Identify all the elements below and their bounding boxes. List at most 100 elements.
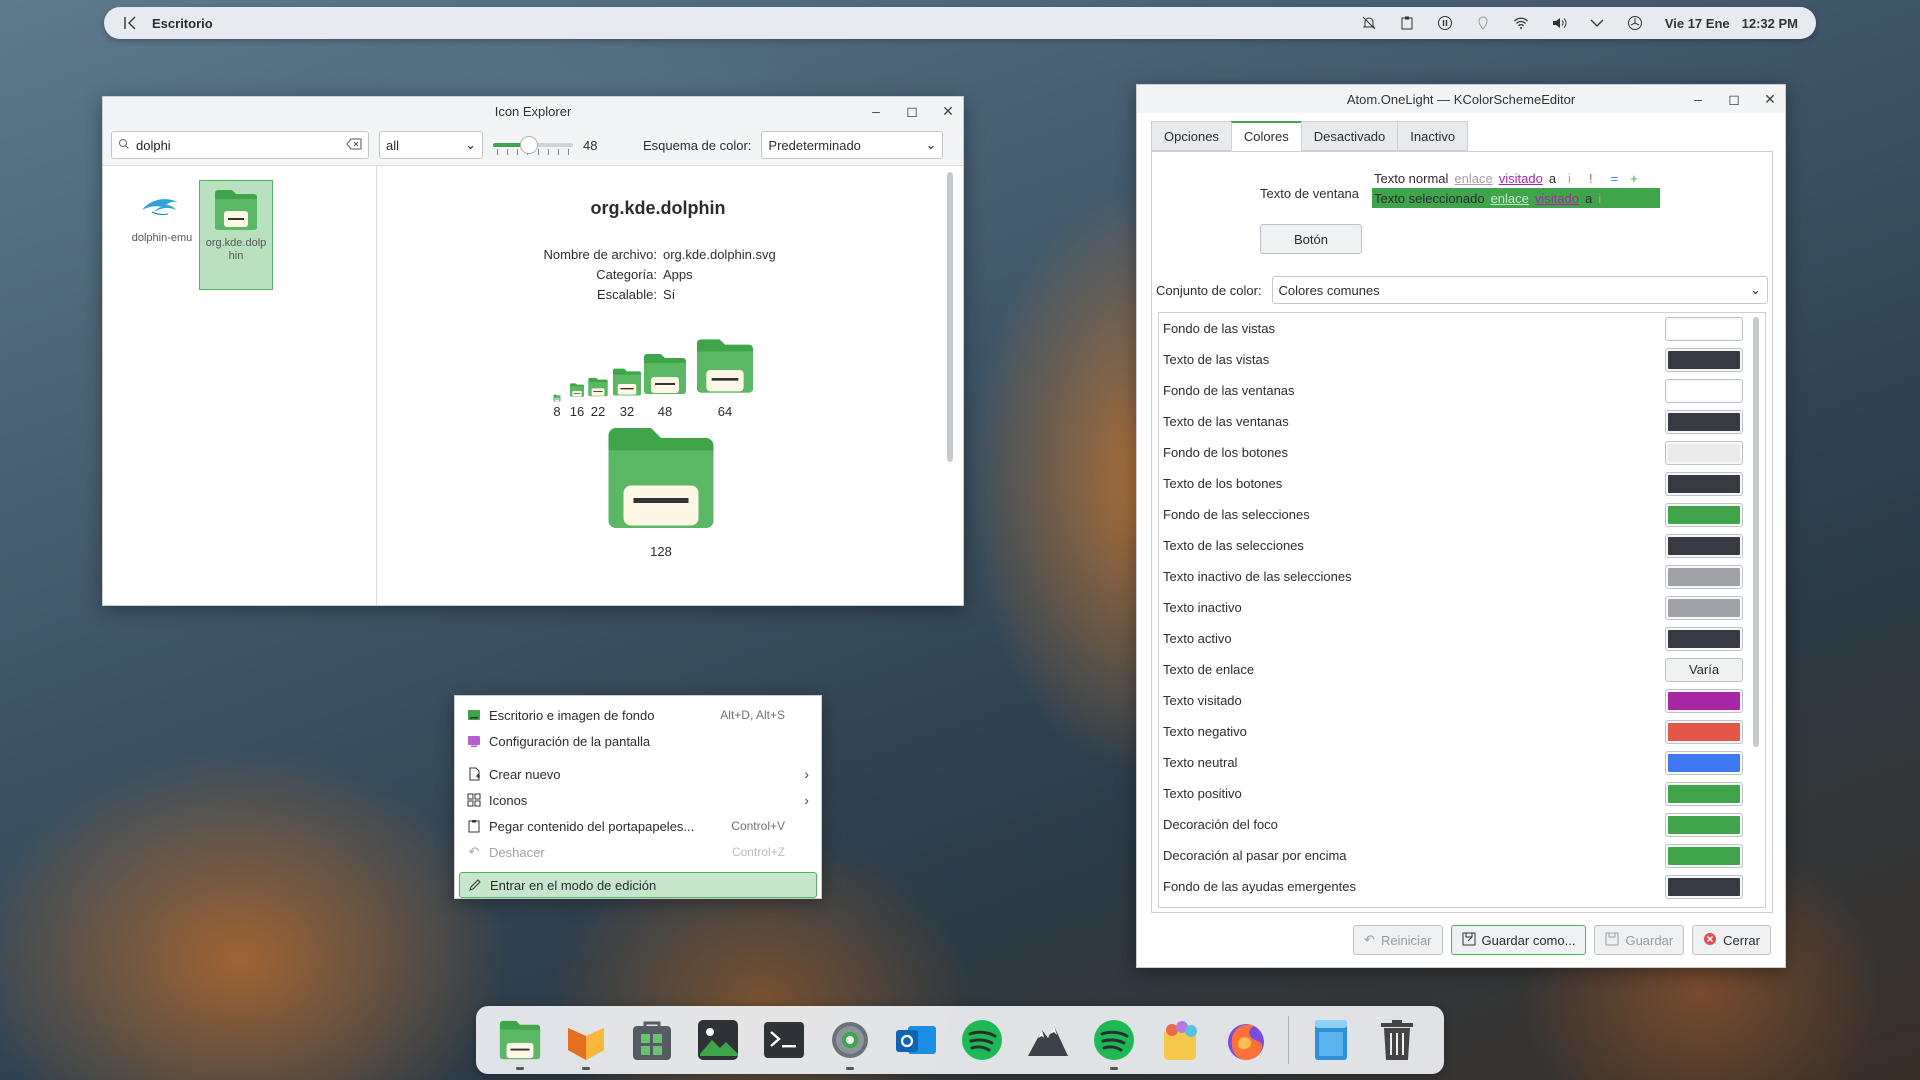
color-swatch-button[interactable] xyxy=(1665,471,1743,496)
color-set-combo[interactable]: Colores comunes ⌄ xyxy=(1271,276,1768,304)
chevron-right-icon: › xyxy=(804,766,809,782)
power-icon[interactable] xyxy=(1627,15,1643,31)
folder-icon xyxy=(212,190,260,236)
color-swatch-button[interactable] xyxy=(1665,874,1743,899)
dock-photos-icon[interactable] xyxy=(1156,1016,1204,1064)
dock-sublime-icon[interactable] xyxy=(562,1016,610,1070)
color-vary-button[interactable]: Varía xyxy=(1665,657,1743,682)
save-button[interactable]: Guardar xyxy=(1594,925,1685,955)
dock-settings-icon[interactable] xyxy=(826,1016,874,1070)
color-swatch-button[interactable] xyxy=(1665,750,1743,775)
undo-icon: ↶ xyxy=(1364,932,1375,947)
desktop-context-menu: Escritorio e imagen de fondo Alt+D, Alt+… xyxy=(454,695,822,899)
dock-terminal-icon[interactable] xyxy=(760,1016,808,1064)
close-icon[interactable]: ✕ xyxy=(1763,91,1777,107)
size-slider[interactable] xyxy=(493,135,573,155)
filter-combo[interactable]: all ⌄ xyxy=(379,131,483,159)
color-scheme-combo[interactable]: Predeterminado ⌄ xyxy=(761,131,944,159)
dock-window-switcher-icon[interactable] xyxy=(1307,1016,1355,1064)
detail-scrollbar[interactable] xyxy=(947,172,953,462)
color-swatch-button[interactable] xyxy=(1665,719,1743,744)
media-pause-icon[interactable] xyxy=(1437,15,1453,31)
dock-firefox-icon[interactable] xyxy=(1222,1016,1270,1064)
tab-colores[interactable]: Colores xyxy=(1230,121,1302,151)
color-row: Texto de enlace Varía xyxy=(1159,654,1765,685)
dock-image-viewer-icon[interactable] xyxy=(694,1016,742,1064)
tab-inactivo[interactable]: Inactivo xyxy=(1397,121,1469,151)
kcse-titlebar[interactable]: Atom.OneLight — KColorSchemeEditor – ◻ ✕ xyxy=(1137,85,1785,113)
preview-button[interactable]: Botón xyxy=(1260,224,1362,254)
color-role-label: Texto positivo xyxy=(1163,786,1242,801)
color-swatch-button[interactable] xyxy=(1665,626,1743,651)
tab-opciones[interactable]: Opciones xyxy=(1151,121,1232,151)
dock-trash-icon[interactable] xyxy=(1373,1016,1421,1064)
dock-spotify-icon[interactable] xyxy=(958,1016,1006,1064)
color-swatch-fill xyxy=(1668,505,1740,524)
color-swatch-button[interactable] xyxy=(1665,812,1743,837)
close-circle-icon xyxy=(1703,932,1717,949)
maximize-icon[interactable]: ◻ xyxy=(1727,91,1741,107)
location-icon[interactable] xyxy=(1475,15,1491,31)
preview-selected-i: i xyxy=(1598,190,1602,206)
icon-explorer-titlebar[interactable]: Icon Explorer – ◻ ✕ xyxy=(103,97,963,125)
menu-item-wallpaper[interactable]: Escritorio e imagen de fondo Alt+D, Alt+… xyxy=(459,702,817,728)
color-swatch-button[interactable] xyxy=(1665,595,1743,620)
menu-item-display-config[interactable]: Configuración de la pantalla xyxy=(459,728,817,754)
menu-item-edit-mode[interactable]: Entrar en el modo de edición xyxy=(459,872,817,898)
list-item-dolphin-emu[interactable]: dolphin-emu xyxy=(125,188,199,254)
list-item-org-kde-dolphin[interactable]: org.kde.dolp hin xyxy=(199,180,273,290)
icon-properties: Nombre de archivo: org.kde.dolphin.svg C… xyxy=(377,244,963,304)
color-swatch-fill xyxy=(1668,567,1740,586)
icon-detail: org.kde.dolphin Nombre de archivo: org.k… xyxy=(377,166,963,605)
menu-item-icons[interactable]: Iconos › xyxy=(459,787,817,813)
reset-button[interactable]: ↶ Reiniciar xyxy=(1353,925,1443,955)
menu-item-create-new[interactable]: Crear nuevo › xyxy=(459,761,817,787)
search-input[interactable] xyxy=(136,137,340,153)
color-swatch-button[interactable] xyxy=(1665,564,1743,589)
dock-separator xyxy=(1288,1016,1289,1064)
dock-outlook-icon[interactable] xyxy=(892,1016,940,1064)
color-list-scrollbar[interactable] xyxy=(1753,317,1759,747)
list-item-label: dolphin-emu xyxy=(131,232,193,244)
slider-knob[interactable] xyxy=(520,136,538,154)
color-swatch-button[interactable] xyxy=(1665,781,1743,806)
color-swatch-button[interactable] xyxy=(1665,502,1743,527)
clear-search-icon[interactable] xyxy=(346,138,362,153)
dock-dolphin-icon[interactable] xyxy=(496,1016,544,1070)
color-swatch-button[interactable] xyxy=(1665,533,1743,558)
search-box[interactable] xyxy=(111,131,369,159)
property-value: Apps xyxy=(663,266,693,282)
color-swatch-button[interactable] xyxy=(1665,440,1743,465)
dock-spotify-icon-2[interactable] xyxy=(1090,1016,1138,1070)
clipboard-icon[interactable] xyxy=(1399,15,1415,31)
close-button[interactable]: Cerrar xyxy=(1692,925,1771,955)
maximize-icon[interactable]: ◻ xyxy=(905,103,919,119)
color-swatch-button[interactable] xyxy=(1665,378,1743,403)
dock-store-icon[interactable] xyxy=(628,1016,676,1064)
color-swatch-button[interactable] xyxy=(1665,316,1743,341)
menu-item-undo[interactable]: ↶ Deshacer Control+Z xyxy=(459,839,817,865)
color-row: Fondo de las selecciones xyxy=(1159,499,1765,530)
preview-selected-row: Texto seleccionado enlace visitado a i xyxy=(1372,188,1660,208)
chevron-down-icon[interactable] xyxy=(1589,15,1605,31)
folder-icon-48 xyxy=(641,350,689,401)
color-row: Texto de las selecciones xyxy=(1159,530,1765,561)
dock-mountain-icon[interactable] xyxy=(1024,1016,1072,1064)
color-swatch-button[interactable] xyxy=(1665,688,1743,713)
save-as-button[interactable]: Guardar como... xyxy=(1450,925,1587,955)
color-role-label: Texto visitado xyxy=(1163,693,1242,708)
tab-desactivado[interactable]: Desactivado xyxy=(1300,121,1399,151)
volume-icon[interactable] xyxy=(1551,15,1567,31)
color-swatch-button[interactable] xyxy=(1665,843,1743,868)
minimize-icon[interactable]: – xyxy=(1691,91,1705,107)
collapse-icon[interactable] xyxy=(122,15,138,31)
clock[interactable]: Vie 17 Ene 12:32 PM xyxy=(1665,16,1798,31)
menu-item-paste[interactable]: Pegar contenido del portapapeles... Cont… xyxy=(459,813,817,839)
notifications-icon[interactable] xyxy=(1361,15,1377,31)
wifi-icon[interactable] xyxy=(1513,15,1529,31)
color-swatch-button[interactable] xyxy=(1665,347,1743,372)
running-indicator xyxy=(1110,1067,1118,1070)
color-swatch-button[interactable] xyxy=(1665,409,1743,434)
close-icon[interactable]: ✕ xyxy=(941,103,955,119)
minimize-icon[interactable]: – xyxy=(869,103,883,119)
